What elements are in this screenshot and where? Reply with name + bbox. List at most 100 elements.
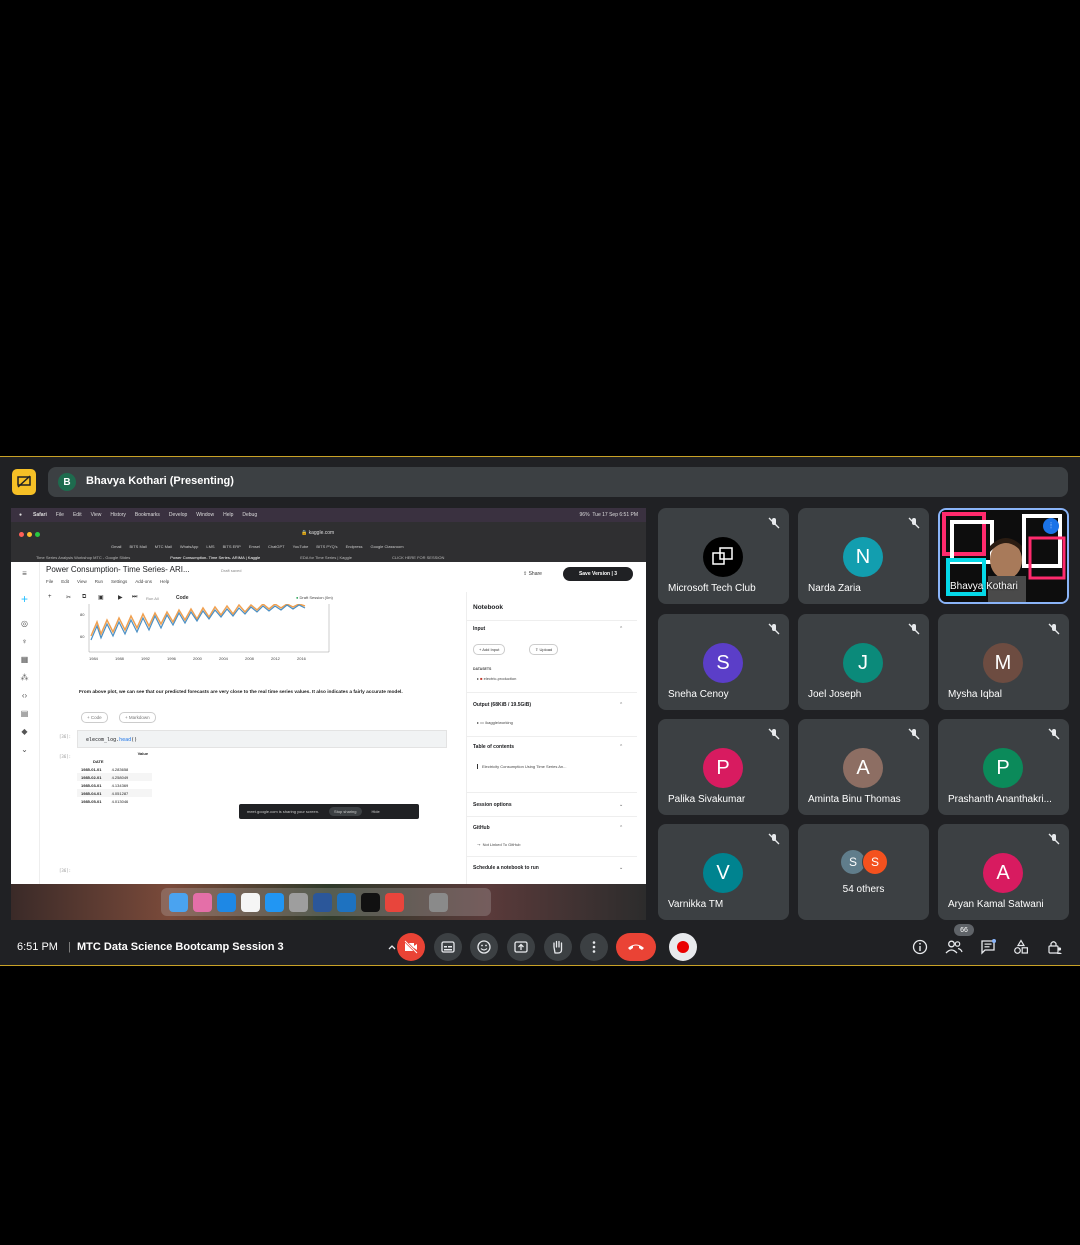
browser-toolbar: 🔒 kaggle.com Gmail BITS Mail MTC Mail Wh… — [11, 522, 646, 562]
participant-name: Microsoft Tech Club — [668, 583, 756, 594]
shapes-icon — [1014, 939, 1028, 954]
emoji-button[interactable] — [470, 933, 498, 961]
participant-tile[interactable]: M Mysha Iqbal — [938, 614, 1069, 710]
word-icon — [313, 892, 332, 912]
host-controls-button[interactable] — [1045, 937, 1065, 957]
kaggle-sidebar: ≡ + ◎ ♆ ▦ ⁂ ‹› ▤ ◆ ⌄ — [11, 562, 40, 884]
record-icon — [677, 941, 689, 953]
chevron-up-icon: ⌃ — [619, 626, 624, 632]
cell-number: [36]: — [59, 734, 72, 739]
present-button[interactable] — [507, 933, 535, 961]
control-bar: 6:51 PM | MTC Data Science Bootcamp Sess… — [0, 924, 1080, 967]
participant-tile[interactable]: Microsoft Tech Club — [658, 508, 789, 604]
participant-tile[interactable]: S Sneha Cenoy — [658, 614, 789, 710]
y-tick: 80 — [80, 612, 85, 617]
compass-icon: ◎ — [21, 619, 28, 628]
df-header: Value — [137, 750, 149, 756]
participant-name: Varnikka TM — [668, 899, 724, 910]
participant-name: Aryan Kamal Satwani — [948, 899, 1044, 910]
people-button[interactable] — [944, 937, 964, 957]
output-path: ▸ ▭ /kaggle/working — [477, 720, 513, 725]
datasets-label: DATASETS — [473, 667, 492, 671]
table-icon: ▦ — [20, 655, 29, 664]
avatar: S — [862, 849, 888, 875]
menu-item: View — [90, 512, 102, 518]
chevron-up-icon: ⌃ — [619, 825, 624, 831]
participant-name: Narda Zaria — [808, 583, 861, 594]
chat-icon — [981, 939, 996, 955]
participant-tile[interactable]: A Aminta Binu Thomas — [798, 719, 929, 815]
bookmarks-bar: Gmail BITS Mail MTC Mail WhatsApp LMS BI… — [111, 544, 404, 549]
separator: | — [68, 941, 71, 953]
camera-off-button[interactable] — [397, 933, 425, 961]
notebook-title: Power Consumption- Time Series- ARI... — [46, 565, 190, 574]
top-bar: B Bhavya Kothari (Presenting) — [10, 467, 1070, 497]
upload-button: ⇪ Upload — [529, 644, 559, 655]
captions-icon — [441, 941, 455, 953]
mic-off-icon — [768, 833, 780, 845]
chevron-up-icon: ⌃ — [619, 702, 624, 708]
participant-tile[interactable]: J Joel Joseph — [798, 614, 929, 710]
x-tick: 2016 — [297, 656, 307, 661]
leave-call-button[interactable] — [616, 933, 656, 961]
bookmark: MTC Mail — [154, 544, 172, 549]
run-all-label: Run All — [146, 596, 159, 601]
stop-sharing-button: Stop sharing — [329, 807, 362, 816]
github-status: ⊸ Not Linked To GitHub — [477, 842, 521, 847]
menu-item: Develop — [168, 512, 188, 518]
cut-icon: ✂ — [66, 595, 72, 601]
participant-tile[interactable]: N Narda Zaria — [798, 508, 929, 604]
trophy-icon: ♆ — [21, 637, 28, 646]
bookmark: Emsel — [248, 544, 260, 549]
activities-button[interactable] — [1011, 937, 1031, 957]
participant-tile[interactable]: V Varnikka TM — [658, 824, 789, 920]
mic-off-icon — [1048, 728, 1060, 740]
captions-button[interactable] — [434, 933, 462, 961]
menu-item: Run — [94, 579, 103, 584]
others-tile[interactable]: S S 54 others — [798, 824, 929, 920]
add-code-button: + Code — [81, 712, 108, 723]
recording-button[interactable] — [669, 933, 697, 961]
raise-hand-button[interactable] — [544, 933, 572, 961]
emoji-icon — [477, 940, 491, 954]
bookmark: LMS — [206, 544, 215, 549]
forecast-series — [90, 604, 306, 641]
vscode-icon — [337, 892, 356, 912]
video-off-icon — [404, 940, 418, 954]
trash-icon — [429, 892, 448, 912]
window-controls — [19, 532, 40, 537]
presenter-avatar: B — [58, 473, 76, 491]
participant-tile[interactable]: P Prashanth Ananthakri... — [938, 719, 1069, 815]
y-tick: 60 — [80, 634, 85, 639]
avatar: A — [983, 853, 1023, 893]
forecast-chart: 80 60 1984 1988 1992 1996 2000 2004 2008… — [80, 604, 330, 661]
avatar: S — [703, 643, 743, 683]
shared-screen: ● Safari File Edit View History Bookmark… — [11, 508, 646, 920]
notebook-panel: Notebook Input ⌃ + Add Input ⇪ Upload DA… — [466, 592, 642, 884]
chevron-down-icon: ⌄ — [619, 865, 624, 871]
participant-name: Aminta Binu Thomas — [808, 794, 901, 805]
add-cell-icon: + — [48, 594, 52, 600]
participant-tile[interactable]: A Aryan Kamal Satwani — [938, 824, 1069, 920]
meeting-info-button[interactable] — [910, 937, 930, 957]
participant-tile[interactable]: P Palika Sivakumar — [658, 719, 789, 815]
end-call-icon — [628, 944, 644, 950]
bookmark: Endpress — [345, 544, 363, 549]
save-version-button: Save Version | 3 — [563, 567, 633, 581]
bookmark: YouTube — [292, 544, 309, 549]
menu-item: Help — [223, 512, 234, 518]
meeting-name: MTC Data Science Bootcamp Session 3 — [77, 941, 284, 953]
toc-item: Electricity Consumption Using Time Serie… — [477, 764, 566, 769]
mic-off-icon — [1048, 623, 1060, 635]
x-tick: 2004 — [219, 656, 229, 661]
participant-name: Sneha Cenoy — [668, 689, 729, 700]
session-options: Session options — [473, 802, 512, 808]
more-options-button[interactable] — [580, 933, 608, 961]
x-tick: 1996 — [167, 656, 177, 661]
chat-button[interactable] — [978, 937, 998, 957]
address-bar: 🔒 kaggle.com — [301, 530, 335, 536]
participant-tile-speaking[interactable]: ⦙ Bhavya Kothari — [938, 508, 1069, 604]
presentation-icon[interactable] — [12, 469, 36, 495]
bookmark: BITS PYQ's — [316, 544, 338, 549]
notebook-menu: File Edit View Run Settings Add-ons Help — [46, 579, 169, 584]
